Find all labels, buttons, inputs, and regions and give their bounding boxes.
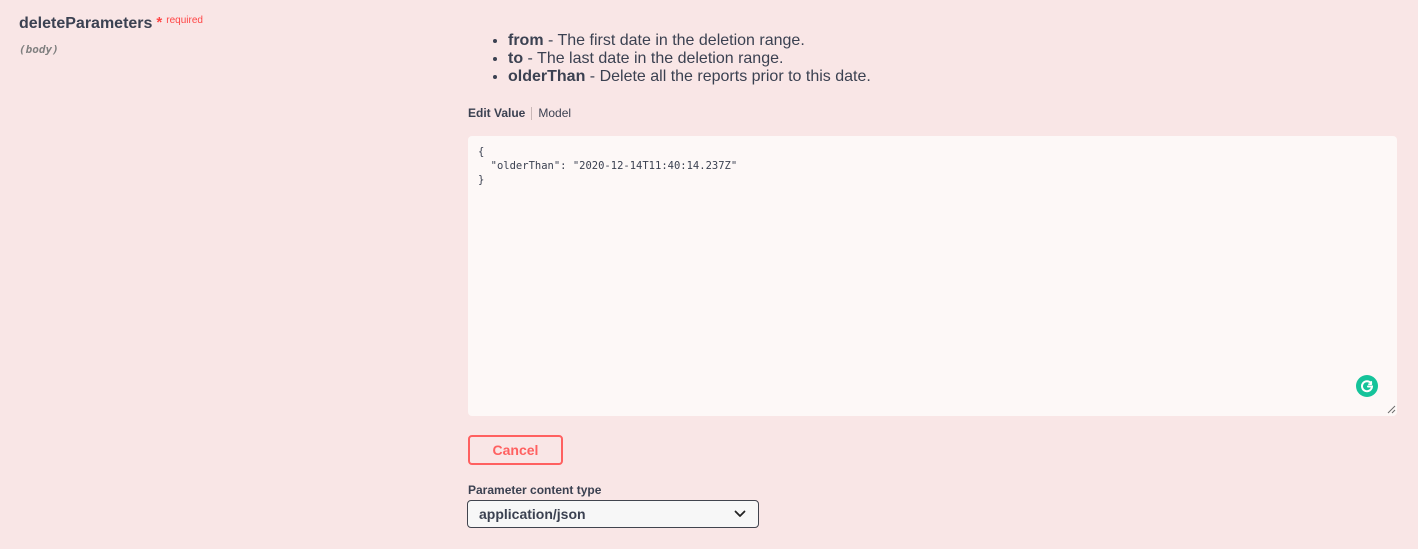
grammarly-g-glyph	[1361, 380, 1374, 393]
body-editor-textarea[interactable]: { "olderThan": "2020-12-14T11:40:14.237Z…	[468, 136, 1397, 416]
description-text: - The last date in the deletion range.	[523, 50, 784, 67]
tab-edit-value[interactable]: Edit Value	[468, 106, 531, 120]
content-type-selected: application/json	[479, 506, 586, 522]
parameter-location: (body)	[19, 43, 59, 56]
cancel-button[interactable]: Cancel	[468, 435, 563, 465]
description-item-to: to - The last date in the deletion range…	[508, 50, 871, 68]
parameter-name: deleteParameters	[19, 15, 153, 32]
description-item-olderthan: olderThan - Delete all the reports prior…	[508, 68, 871, 86]
grammarly-icon[interactable]	[1356, 375, 1378, 397]
required-label: required	[166, 15, 203, 26]
chevron-down-icon	[734, 510, 746, 517]
required-star: *	[156, 14, 163, 31]
description-key: olderThan	[508, 68, 586, 85]
parameter-header: deleteParameters * required	[19, 14, 419, 33]
parameter-description-list: from - The first date in the deletion ra…	[490, 32, 871, 86]
resize-handle-icon[interactable]	[1386, 404, 1396, 414]
parameter-name-column: deleteParameters * required (body)	[19, 14, 419, 56]
description-text: - Delete all the reports prior to this d…	[585, 68, 871, 85]
content-type-select[interactable]: application/json	[467, 500, 759, 528]
description-item-from: from - The first date in the deletion ra…	[508, 32, 871, 50]
value-model-tabs: Edit Value Model	[468, 106, 571, 120]
description-key: to	[508, 50, 524, 67]
tab-model[interactable]: Model	[532, 106, 571, 120]
description-text: - The first date in the deletion range.	[543, 32, 805, 49]
description-key: from	[508, 32, 544, 49]
content-type-label: Parameter content type	[468, 483, 602, 497]
